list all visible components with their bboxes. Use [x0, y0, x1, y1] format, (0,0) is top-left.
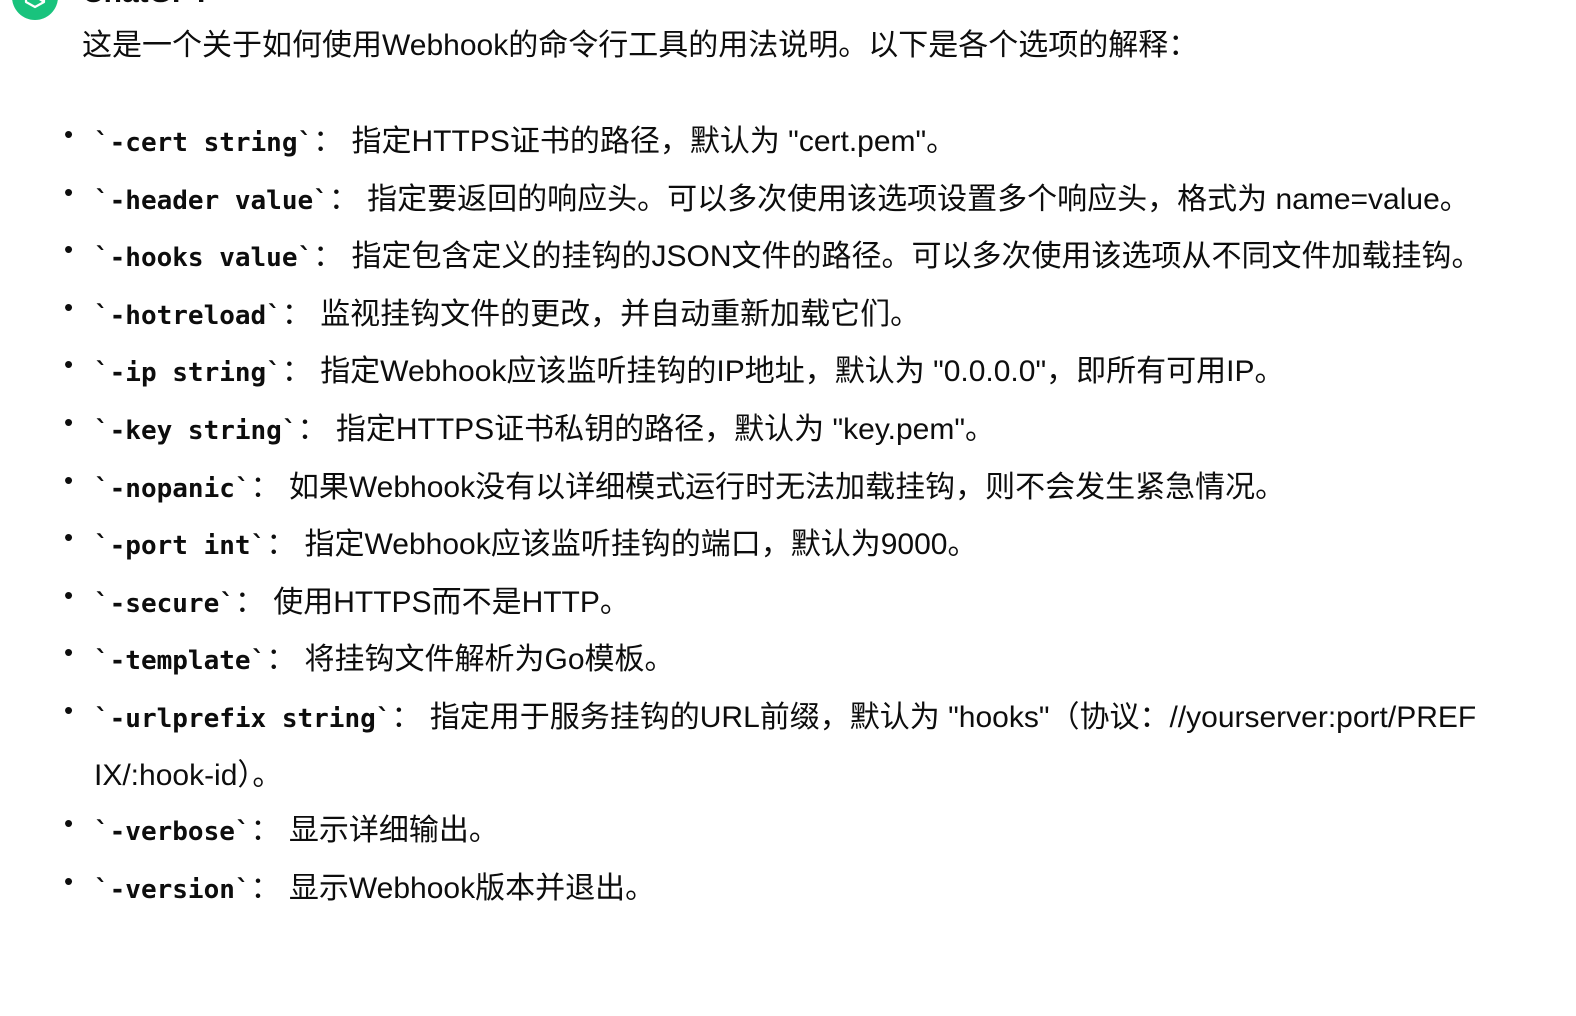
option-flag: `-hotreload`	[94, 300, 282, 331]
option-description: 使用HTTPS而不是HTTP。	[273, 585, 630, 619]
bullet-icon: •	[64, 865, 74, 896]
list-item: • `-key string`： 指定HTTPS证书私钥的路径，默认为 "key.…	[64, 402, 1484, 460]
bullet-icon: •	[64, 291, 74, 322]
bullet-icon: •	[64, 119, 74, 149]
option-flag: `-port int`	[94, 531, 267, 562]
option-description: 如果Webhook没有以详细模式运行时无法加载挂钩，则不会发生紧急情况。	[288, 470, 1286, 504]
openai-logo-icon	[24, 0, 46, 9]
option-flag: `-ip string`	[94, 358, 282, 389]
option-flag: `-secure`	[94, 588, 235, 619]
option-description: 监视挂钩文件的更改，并自动重新加载它们。	[320, 297, 921, 331]
option-flag: `-nopanic`	[94, 473, 251, 504]
list-item: • `-template`： 将挂钩文件解析为Go模板。	[64, 632, 1484, 690]
option-description: 指定HTTPS证书私钥的路径，默认为 "key.pem"。	[335, 412, 995, 446]
option-description: 指定HTTPS证书的路径，默认为 "cert.pem"。	[351, 125, 957, 158]
option-flag: `-header value`	[94, 185, 329, 216]
message-author: ChatGPT	[82, 0, 210, 8]
option-flag: `-cert string`	[94, 128, 314, 158]
list-item: • `-hooks value`： 指定包含定义的挂钩的JSON文件的路径。可以多…	[64, 229, 1484, 287]
list-item: • `-urlprefix string`： 指定用于服务挂钩的URL前缀，默认为…	[64, 690, 1484, 803]
options-list: • `-cert string`： 指定HTTPS证书的路径，默认为 "cert.…	[64, 114, 1484, 918]
bullet-icon: •	[64, 522, 74, 553]
bullet-icon: •	[64, 637, 74, 668]
bullet-icon: •	[64, 464, 74, 495]
list-item: • `-ip string`： 指定Webhook应该监听挂钩的IP地址，默认为 …	[64, 344, 1484, 402]
option-flag: `-template`	[94, 646, 267, 677]
option-flag: `-urlprefix string`	[94, 703, 392, 734]
list-item: • `-cert string`： 指定HTTPS证书的路径，默认为 "cert.…	[64, 114, 1484, 172]
bullet-icon: •	[64, 694, 74, 725]
option-description: 将挂钩文件解析为Go模板。	[304, 643, 675, 677]
option-flag: `-key string`	[94, 415, 298, 446]
chatgpt-avatar	[12, 0, 58, 20]
option-flag: `-verbose`	[94, 817, 251, 848]
option-description: 指定要返回的响应头。可以多次使用该选项设置多个响应头，格式为 name=valu…	[367, 182, 1470, 216]
list-item: • `-port int`： 指定Webhook应该监听挂钩的端口，默认为9000…	[64, 517, 1484, 575]
option-description: 指定Webhook应该监听挂钩的端口，默认为9000。	[304, 528, 978, 562]
list-item: • `-nopanic`： 如果Webhook没有以详细模式运行时无法加载挂钩，则…	[64, 460, 1484, 518]
list-item: • `-header value`： 指定要返回的响应头。可以多次使用该选项设置多…	[64, 172, 1484, 230]
list-item: • `-version`： 显示Webhook版本并退出。	[64, 861, 1484, 919]
intro-text: 这是一个关于如何使用Webhook的命令行工具的用法说明。以下是各个选项的解释：	[82, 29, 1199, 62]
option-description: 指定Webhook应该监听挂钩的IP地址，默认为 "0.0.0.0"，即所有可用…	[320, 355, 1285, 389]
bullet-icon: •	[64, 234, 74, 265]
option-description: 显示Webhook版本并退出。	[288, 871, 656, 905]
option-flag: `-hooks value`	[94, 243, 314, 274]
option-description: 指定包含定义的挂钩的JSON文件的路径。可以多次使用该选项从不同文件加载挂钩。	[351, 240, 1482, 274]
bullet-icon: •	[64, 349, 74, 380]
bullet-icon: •	[64, 579, 74, 610]
bullet-icon: •	[64, 406, 74, 437]
list-item: • `-secure`： 使用HTTPS而不是HTTP。	[64, 575, 1484, 633]
option-description: 显示详细输出。	[288, 814, 499, 848]
option-flag: `-version`	[94, 874, 251, 905]
list-item: • `-verbose`： 显示详细输出。	[64, 803, 1484, 861]
list-item: • `-hotreload`： 监视挂钩文件的更改，并自动重新加载它们。	[64, 287, 1484, 345]
bullet-icon: •	[64, 176, 74, 207]
bullet-icon: •	[64, 808, 74, 839]
